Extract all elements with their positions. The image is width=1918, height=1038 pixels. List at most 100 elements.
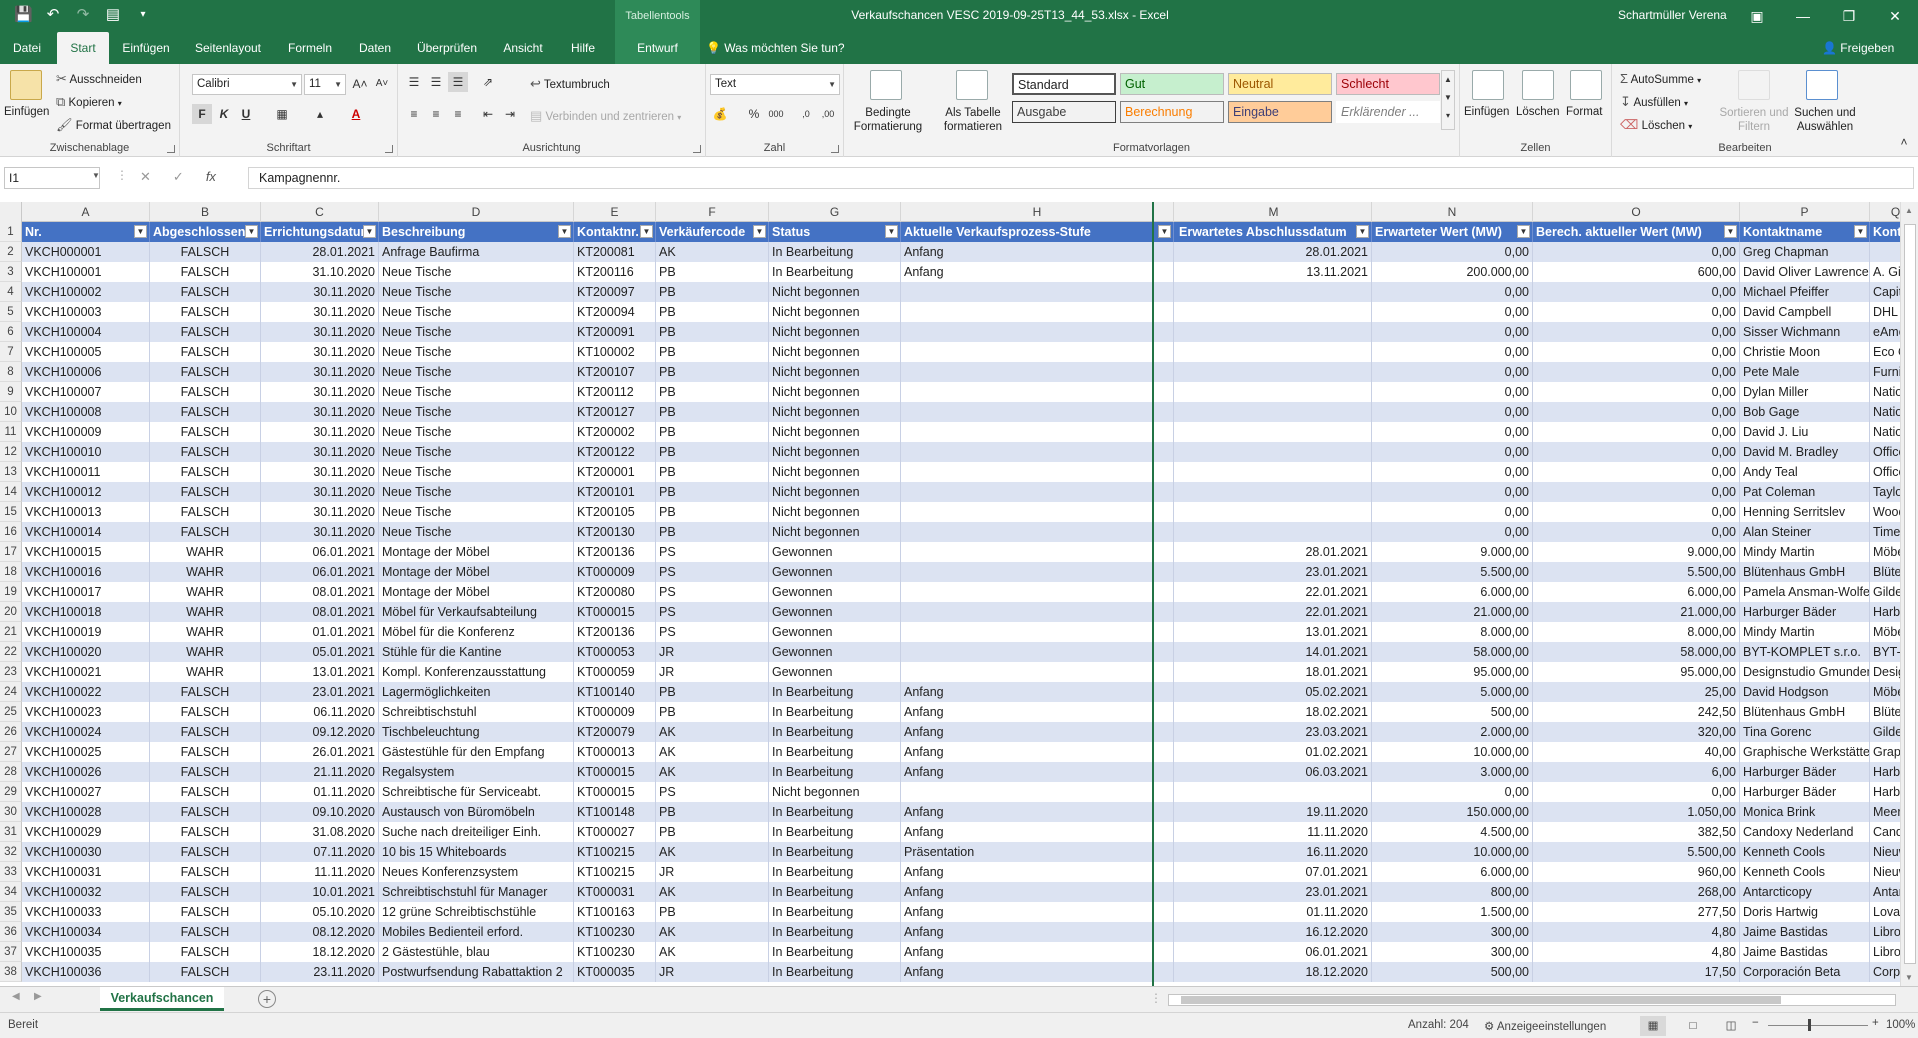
table-cell[interactable] bbox=[901, 422, 1174, 442]
table-cell[interactable]: 01.11.2020 bbox=[261, 782, 379, 802]
table-cell[interactable]: Bob Gage bbox=[1740, 402, 1870, 422]
table-cell[interactable]: 06.01.2021 bbox=[261, 542, 379, 562]
table-cell[interactable]: In Bearbeitung bbox=[769, 962, 901, 982]
table-cell[interactable]: In Bearbeitung bbox=[769, 842, 901, 862]
table-cell[interactable]: 0,00 bbox=[1533, 382, 1740, 402]
table-cell[interactable]: 9.000,00 bbox=[1372, 542, 1533, 562]
row-header[interactable]: 6 bbox=[0, 322, 22, 342]
style-berechnung[interactable]: Berechnung bbox=[1120, 101, 1224, 123]
table-cell[interactable]: 07.01.2021 bbox=[1176, 862, 1372, 882]
table-cell[interactable]: Nicht begonnen bbox=[769, 402, 901, 422]
table-cell[interactable]: Neue Tische bbox=[379, 322, 574, 342]
table-cell[interactable]: Suche nach dreiteiliger Einh. bbox=[379, 822, 574, 842]
percent-icon[interactable]: % bbox=[744, 104, 764, 124]
row-header[interactable]: 36 bbox=[0, 922, 22, 942]
row-header[interactable]: 1 bbox=[0, 222, 22, 242]
table-cell[interactable]: Candoxy Nederland bbox=[1740, 822, 1870, 842]
table-cell[interactable]: PB bbox=[656, 302, 769, 322]
table-cell[interactable]: VKCH100013 bbox=[22, 502, 150, 522]
table-cell[interactable]: Designstud bbox=[1870, 662, 1900, 682]
table-cell[interactable] bbox=[901, 282, 1174, 302]
table-cell[interactable]: 10.000,00 bbox=[1372, 742, 1533, 762]
table-cell[interactable]: JR bbox=[656, 962, 769, 982]
table-cell[interactable]: Lagermöglichkeiten bbox=[379, 682, 574, 702]
table-cell[interactable]: Neue Tische bbox=[379, 342, 574, 362]
table-cell[interactable]: 6.000,00 bbox=[1533, 582, 1740, 602]
table-header-cell[interactable]: Berech. aktueller Wert (MW) ▼ bbox=[1533, 222, 1740, 242]
table-cell[interactable]: 5.500,00 bbox=[1533, 842, 1740, 862]
table-cell[interactable]: 0,00 bbox=[1533, 462, 1740, 482]
align-right-icon[interactable]: ≡ bbox=[448, 104, 468, 124]
styles-gallery-scroll[interactable]: ▲ ▼ ▾ bbox=[1441, 70, 1455, 130]
table-header-cell[interactable]: Erwartetes Abschlussdatum ▼ bbox=[1176, 222, 1372, 242]
table-cell[interactable]: 11.11.2020 bbox=[261, 862, 379, 882]
table-cell[interactable]: Schreibtische für Serviceabt. bbox=[379, 782, 574, 802]
table-cell[interactable]: FALSCH bbox=[150, 762, 261, 782]
table-cell[interactable]: 960,00 bbox=[1533, 862, 1740, 882]
table-cell[interactable]: VKCH100032 bbox=[22, 882, 150, 902]
table-cell[interactable]: Candoxy Ne bbox=[1870, 822, 1900, 842]
table-cell[interactable]: In Bearbeitung bbox=[769, 922, 901, 942]
table-cell[interactable]: Monica Brink bbox=[1740, 802, 1870, 822]
table-header-cell[interactable]: Status ▼ bbox=[769, 222, 901, 242]
table-cell[interactable]: FALSCH bbox=[150, 782, 261, 802]
table-cell[interactable]: Montage der Möbel bbox=[379, 582, 574, 602]
table-cell[interactable]: FALSCH bbox=[150, 902, 261, 922]
delete-cells-button[interactable]: Löschen bbox=[1516, 106, 1559, 118]
table-cell[interactable]: VKCH100035 bbox=[22, 942, 150, 962]
table-cell[interactable]: AK bbox=[656, 242, 769, 262]
table-cell[interactable]: 30.11.2020 bbox=[261, 302, 379, 322]
table-cell[interactable]: KT000009 bbox=[574, 702, 656, 722]
table-cell[interactable]: 23.03.2021 bbox=[1176, 722, 1372, 742]
table-cell[interactable]: Neue Tische bbox=[379, 462, 574, 482]
table-cell[interactable]: AK bbox=[656, 762, 769, 782]
row-header[interactable]: 25 bbox=[0, 702, 22, 722]
table-cell[interactable]: In Bearbeitung bbox=[769, 802, 901, 822]
shrink-font-icon[interactable]: A˅ bbox=[372, 74, 392, 94]
filter-dropdown-icon[interactable]: ▼ bbox=[640, 225, 653, 238]
table-cell[interactable]: Anfang bbox=[901, 762, 1174, 782]
table-cell[interactable]: KT200080 bbox=[574, 582, 656, 602]
table-cell[interactable]: 0,00 bbox=[1533, 282, 1740, 302]
font-name-select[interactable]: Calibri ▼ bbox=[192, 74, 302, 95]
table-cell[interactable]: 21.000,00 bbox=[1533, 602, 1740, 622]
format-painter-button[interactable]: 🖌 Format übertragen bbox=[56, 117, 171, 133]
table-cell[interactable]: 8.000,00 bbox=[1372, 622, 1533, 642]
cut-button[interactable]: ✂ Ausschneiden bbox=[56, 71, 142, 87]
table-cell[interactable]: Möbel für Verkaufsabteilung bbox=[379, 602, 574, 622]
table-cell[interactable]: FALSCH bbox=[150, 862, 261, 882]
table-cell[interactable]: 242,50 bbox=[1533, 702, 1740, 722]
thousands-icon[interactable]: 000 bbox=[766, 104, 786, 124]
table-cell[interactable]: In Bearbeitung bbox=[769, 942, 901, 962]
table-cell[interactable]: BYT-KOMPLET s.r.o. bbox=[1740, 642, 1870, 662]
restore-icon[interactable]: ❐ bbox=[1826, 0, 1872, 32]
save-icon[interactable]: 💾 bbox=[14, 6, 33, 24]
table-cell[interactable]: Corporación Beta bbox=[1740, 962, 1870, 982]
table-cell[interactable]: Gewonnen bbox=[769, 542, 901, 562]
table-cell[interactable]: 0,00 bbox=[1533, 242, 1740, 262]
table-cell[interactable]: 16.12.2020 bbox=[1176, 922, 1372, 942]
table-cell[interactable]: KT000015 bbox=[574, 762, 656, 782]
table-cell[interactable]: KT200107 bbox=[574, 362, 656, 382]
style-gut[interactable]: Gut bbox=[1120, 73, 1224, 95]
table-cell[interactable]: 320,00 bbox=[1533, 722, 1740, 742]
format-cells-icon[interactable] bbox=[1570, 70, 1602, 100]
table-cell[interactable]: Designstudio Gmunden bbox=[1740, 662, 1870, 682]
table-cell[interactable]: WAHR bbox=[150, 542, 261, 562]
table-cell[interactable]: KT200122 bbox=[574, 442, 656, 462]
table-cell[interactable]: In Bearbeitung bbox=[769, 682, 901, 702]
format-as-table-button[interactable]: Als Tabelle formatieren bbox=[934, 106, 1012, 134]
table-cell[interactable]: 30.11.2020 bbox=[261, 502, 379, 522]
zoom-slider[interactable] bbox=[1768, 1025, 1868, 1026]
column-header[interactable]: N bbox=[1372, 202, 1533, 222]
scroll-down-icon[interactable]: ▼ bbox=[1905, 973, 1913, 982]
table-cell[interactable]: FALSCH bbox=[150, 702, 261, 722]
table-cell[interactable]: VKCH000001 bbox=[22, 242, 150, 262]
fill-button[interactable]: ↧ Ausfüllen ▾ bbox=[1620, 94, 1688, 110]
align-left-icon[interactable]: ≡ bbox=[404, 104, 424, 124]
table-cell[interactable]: 21.000,00 bbox=[1372, 602, 1533, 622]
table-cell[interactable] bbox=[1176, 382, 1372, 402]
table-cell[interactable]: 19.11.2020 bbox=[1176, 802, 1372, 822]
table-cell[interactable]: VKCH100022 bbox=[22, 682, 150, 702]
table-cell[interactable]: 0,00 bbox=[1533, 322, 1740, 342]
